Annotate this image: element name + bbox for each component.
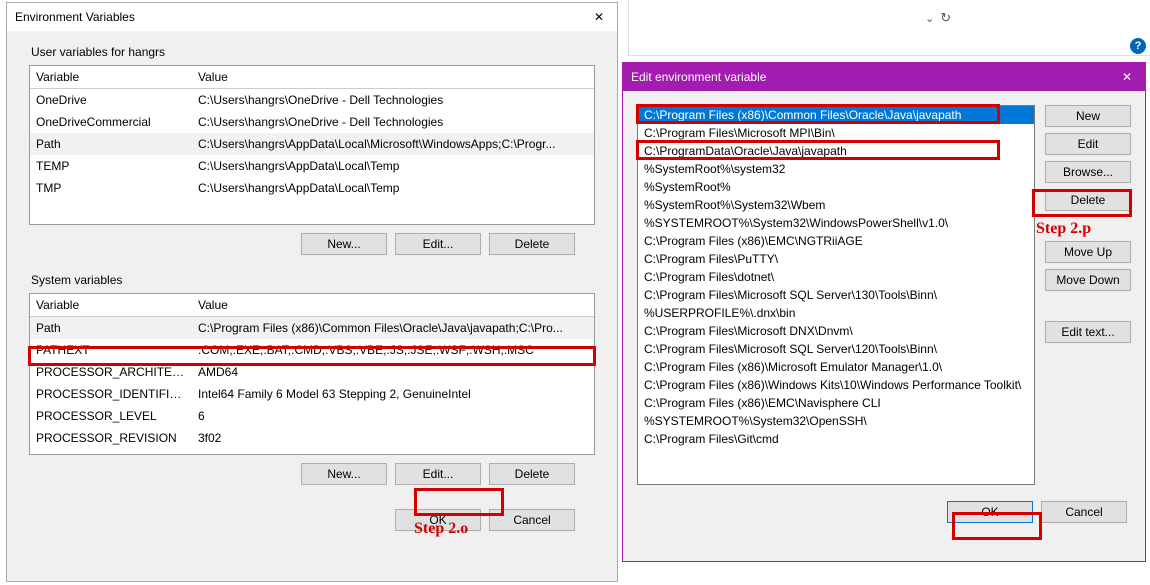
- list-item[interactable]: PathC:\Program Files (x86)\Common Files\…: [30, 317, 594, 339]
- edit-cancel-button[interactable]: Cancel: [1041, 501, 1127, 523]
- sys-edit-button[interactable]: Edit...: [395, 463, 481, 485]
- environment-variables-dialog: Environment Variables ✕ User variables f…: [6, 2, 618, 582]
- col-value: Value: [192, 66, 594, 88]
- close-icon[interactable]: ✕: [581, 3, 617, 31]
- list-item[interactable]: C:\Program Files\dotnet\: [638, 268, 1034, 286]
- env-ok-button[interactable]: OK: [395, 509, 481, 531]
- list-item[interactable]: C:\Program Files (x86)\Common Files\Orac…: [638, 106, 1034, 124]
- control-panel-strip: ⌄ ↻ Search Control Panel 🔍 ?: [628, 0, 1150, 56]
- list-item[interactable]: TMPC:\Users\hangrs\AppData\Local\Temp: [30, 177, 594, 199]
- list-item[interactable]: C:\Program Files\Microsoft DNX\Dnvm\: [638, 322, 1034, 340]
- list-item[interactable]: PROCESSOR_IDENTIFIERIntel64 Family 6 Mod…: [30, 383, 594, 405]
- list-item[interactable]: PROCESSOR_REVISION3f02: [30, 427, 594, 449]
- sys-delete-button[interactable]: Delete: [489, 463, 575, 485]
- edit-env-dialog: Edit environment variable ✕ C:\Program F…: [622, 62, 1146, 562]
- user-delete-button[interactable]: Delete: [489, 233, 575, 255]
- list-item[interactable]: %SystemRoot%\system32: [638, 160, 1034, 178]
- user-new-button[interactable]: New...: [301, 233, 387, 255]
- path-list[interactable]: C:\Program Files (x86)\Common Files\Orac…: [637, 105, 1035, 485]
- move-down-button[interactable]: Move Down: [1045, 269, 1131, 291]
- list-item[interactable]: OneDriveC:\Users\hangrs\OneDrive - Dell …: [30, 89, 594, 111]
- cp-toolbar: ⌄ ↻: [925, 10, 951, 26]
- list-item[interactable]: C:\Program Files (x86)\Windows Kits\10\W…: [638, 376, 1034, 394]
- env-cancel-button[interactable]: Cancel: [489, 509, 575, 531]
- list-item[interactable]: C:\Program Files\PuTTY\: [638, 250, 1034, 268]
- browse-button[interactable]: Browse...: [1045, 161, 1131, 183]
- list-item[interactable]: PROCESSOR_ARCHITECTUREAMD64: [30, 361, 594, 383]
- env-title: Environment Variables: [15, 10, 135, 24]
- system-vars-label: System variables: [29, 265, 595, 293]
- user-vars-list[interactable]: Variable Value OneDriveC:\Users\hangrs\O…: [29, 65, 595, 225]
- list-item[interactable]: C:\Program Files (x86)\Microsoft Emulato…: [638, 358, 1034, 376]
- list-item[interactable]: C:\Program Files\Git\cmd: [638, 430, 1034, 448]
- edit-title: Edit environment variable: [631, 70, 766, 84]
- env-titlebar: Environment Variables ✕: [7, 3, 617, 31]
- list-item[interactable]: TEMPC:\Users\hangrs\AppData\Local\Temp: [30, 155, 594, 177]
- delete-button[interactable]: Delete: [1045, 189, 1131, 211]
- chevron-down-icon[interactable]: ⌄: [925, 12, 934, 25]
- move-up-button[interactable]: Move Up: [1045, 241, 1131, 263]
- edit-ok-button[interactable]: OK: [947, 501, 1033, 523]
- user-edit-button[interactable]: Edit...: [395, 233, 481, 255]
- list-item[interactable]: %SystemRoot%: [638, 178, 1034, 196]
- list-item[interactable]: %SYSTEMROOT%\System32\OpenSSH\: [638, 412, 1034, 430]
- list-item[interactable]: C:\Program Files\Microsoft SQL Server\12…: [638, 340, 1034, 358]
- list-item[interactable]: PROCESSOR_LEVEL6: [30, 405, 594, 427]
- list-item[interactable]: %SYSTEMROOT%\System32\WindowsPowerShell\…: [638, 214, 1034, 232]
- col-variable: Variable: [30, 66, 192, 88]
- col-variable: Variable: [30, 294, 192, 316]
- list-item[interactable]: C:\Program Files (x86)\EMC\Navisphere CL…: [638, 394, 1034, 412]
- help-icon[interactable]: ?: [1130, 38, 1146, 54]
- edit-button[interactable]: Edit: [1045, 133, 1131, 155]
- list-item[interactable]: C:\Program Files (x86)\EMC\NGTRiiAGE: [638, 232, 1034, 250]
- list-item[interactable]: PathC:\Users\hangrs\AppData\Local\Micros…: [30, 133, 594, 155]
- list-item[interactable]: OneDriveCommercialC:\Users\hangrs\OneDri…: [30, 111, 594, 133]
- new-button[interactable]: New: [1045, 105, 1131, 127]
- system-vars-list[interactable]: Variable Value PathC:\Program Files (x86…: [29, 293, 595, 455]
- col-value: Value: [192, 294, 594, 316]
- edit-titlebar: Edit environment variable ✕: [623, 63, 1145, 91]
- list-item[interactable]: C:\Program Files\Microsoft MPI\Bin\: [638, 124, 1034, 142]
- close-icon[interactable]: ✕: [1109, 63, 1145, 91]
- user-vars-label: User variables for hangrs: [29, 37, 595, 65]
- list-item[interactable]: C:\Program Files\Microsoft SQL Server\13…: [638, 286, 1034, 304]
- list-item[interactable]: %USERPROFILE%\.dnx\bin: [638, 304, 1034, 322]
- list-item[interactable]: %SystemRoot%\System32\Wbem: [638, 196, 1034, 214]
- refresh-icon[interactable]: ↻: [940, 10, 951, 26]
- sys-new-button[interactable]: New...: [301, 463, 387, 485]
- list-item[interactable]: PATHEXT.COM;.EXE;.BAT;.CMD;.VBS;.VBE;.JS…: [30, 339, 594, 361]
- list-item[interactable]: C:\ProgramData\Oracle\Java\javapath: [638, 142, 1034, 160]
- edit-text-button[interactable]: Edit text...: [1045, 321, 1131, 343]
